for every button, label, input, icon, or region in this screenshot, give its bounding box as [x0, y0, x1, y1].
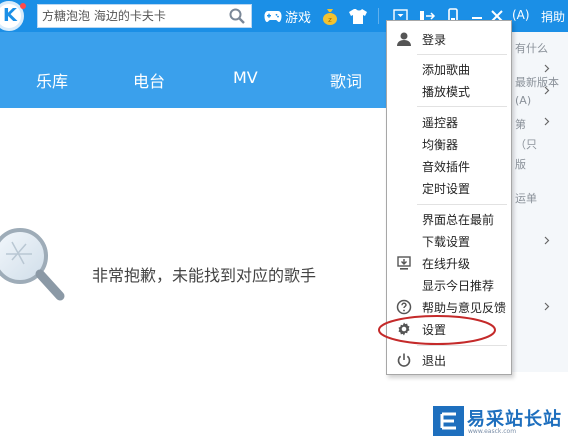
tab-mv[interactable]: MV — [233, 68, 258, 87]
menu-item-daily-recommend[interactable]: 显示今日推荐 — [387, 275, 511, 295]
svg-text:z: z — [328, 16, 332, 24]
menu-item-label: 遥控器 — [422, 116, 459, 130]
gamepad-icon — [264, 11, 282, 22]
menu-item-label: 添加歌曲 — [422, 63, 471, 77]
menu-item-label: 登录 — [422, 33, 447, 47]
right-pane-text: (A) — [515, 94, 532, 107]
menu-item-label: 音效插件 — [422, 160, 471, 174]
menu-item-label: 下载设置 — [422, 235, 471, 249]
menu-item-label: 退出 — [422, 354, 447, 368]
tab-lyrics[interactable]: 歌词 — [330, 68, 362, 92]
menu-item-equalizer[interactable]: 均衡器 — [387, 134, 511, 154]
menu-item-label: 播放模式 — [422, 85, 471, 99]
menu-item-login[interactable]: 登录 — [387, 29, 511, 49]
menu-item-label: 界面总在最前 — [422, 213, 495, 227]
highlight-ellipse — [378, 315, 496, 345]
skin-shirt-icon[interactable] — [348, 6, 368, 26]
watermark-subtext: www.easck.com — [468, 428, 517, 435]
watermark: 易采站长站 www.easck.com — [433, 404, 568, 437]
right-pane-text: 版 — [515, 158, 526, 171]
help-icon — [396, 299, 412, 315]
menu-item-label: 定时设置 — [422, 182, 471, 196]
menu-item-download-settings[interactable]: 下载设置 — [387, 231, 550, 251]
search-input[interactable] — [42, 8, 222, 24]
tab-radio[interactable]: 电台 — [133, 68, 165, 92]
power-icon — [397, 353, 411, 367]
right-pane-text: 最新版本 — [515, 76, 559, 89]
chevron-right-icon — [544, 64, 550, 73]
chevron-right-icon — [544, 117, 550, 126]
menu-item-sound-plugins[interactable]: 音效插件 — [387, 156, 511, 176]
right-side-pane: 有什么 最新版本 (A) 第 （只 版 运单 — [510, 32, 568, 372]
title-separator — [378, 8, 379, 24]
menu-separator — [417, 204, 507, 205]
menu-item-label: 在线升级 — [422, 257, 471, 271]
watermark-logo — [433, 406, 464, 436]
menu-item-remote[interactable]: 遥控器 — [387, 112, 550, 132]
clipped-title-text: (A) — [512, 8, 530, 22]
menu-item-online-upgrade[interactable]: 在线升级 — [387, 253, 511, 273]
menu-item-play-mode[interactable]: 播放模式 — [387, 81, 550, 101]
menu-item-add-songs[interactable]: 添加歌曲 — [387, 59, 550, 79]
tab-library[interactable]: 乐库 — [36, 68, 68, 92]
chevron-right-icon — [544, 86, 550, 95]
game-button[interactable]: 游戏 — [264, 6, 311, 26]
menu-separator — [417, 106, 507, 107]
money-bag-icon[interactable]: z — [320, 6, 340, 26]
right-pane-text: 第 — [515, 118, 526, 131]
clipped-title-text: 捐助 — [541, 10, 566, 24]
game-label: 游戏 — [285, 10, 312, 26]
search-icon[interactable] — [229, 8, 245, 24]
right-pane-text: （只 — [515, 138, 537, 151]
menu-item-exit[interactable]: 退出 — [387, 350, 511, 370]
menu-separator — [417, 54, 507, 55]
search-box[interactable] — [37, 4, 252, 28]
menu-item-label: 均衡器 — [422, 138, 459, 152]
chevron-right-icon — [544, 302, 550, 311]
magnifier-icon — [0, 228, 65, 301]
chevron-right-icon — [544, 236, 550, 245]
right-pane-text: 有什么 — [515, 42, 548, 55]
upgrade-icon — [397, 256, 411, 270]
menu-item-timer[interactable]: 定时设置 — [387, 178, 511, 198]
user-icon — [397, 32, 411, 46]
empty-message: 非常抱歉，未能找到对应的歌手 — [92, 266, 317, 285]
menu-item-label: 显示今日推荐 — [422, 279, 495, 293]
menu-item-always-on-top[interactable]: 界面总在最前 — [387, 209, 511, 229]
notification-dot — [20, 3, 26, 9]
right-pane-text: 运单 — [515, 192, 537, 205]
